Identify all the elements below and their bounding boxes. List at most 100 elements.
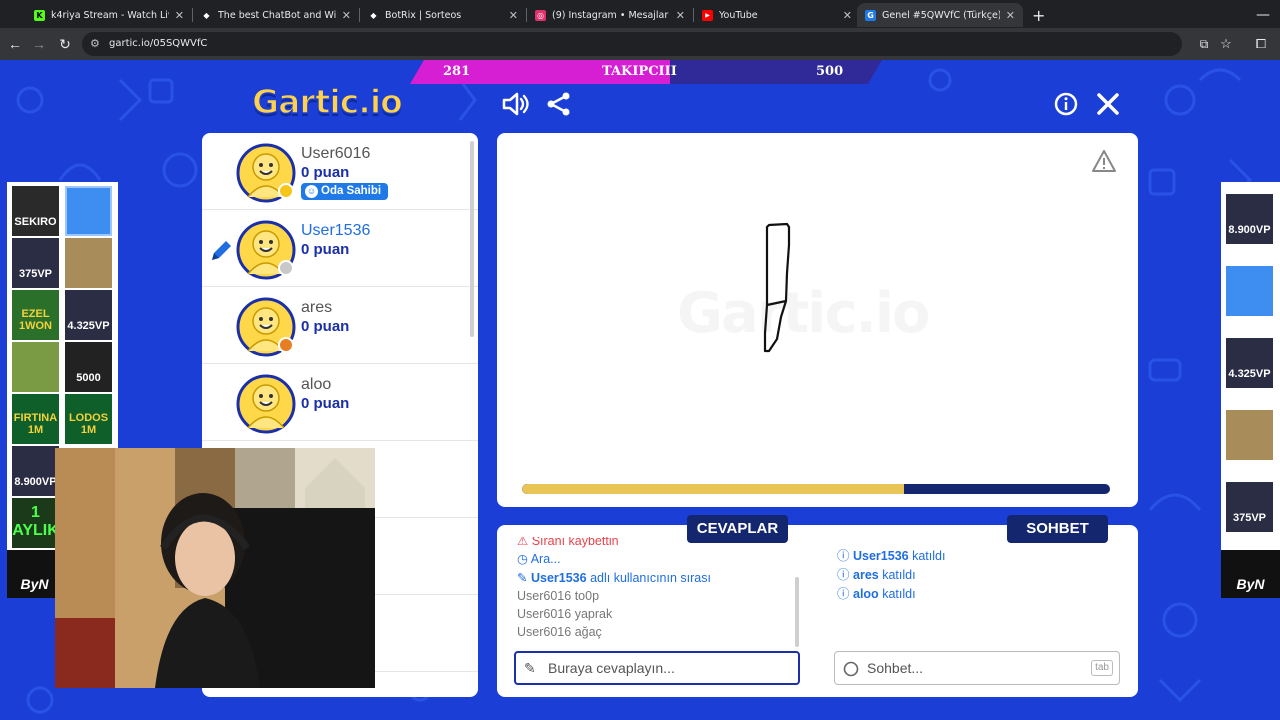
chat-input[interactable]: Sohbet... tab: [834, 651, 1120, 685]
message-user: User6016: [517, 607, 572, 621]
close-icon[interactable]: ✕: [509, 9, 518, 22]
browser-tab[interactable]: K k4riya Stream - Watch Live on K ✕: [26, 3, 192, 27]
ad-tile-label: 5000: [76, 372, 101, 384]
player-row: aloo 0 puan: [202, 364, 478, 441]
message-text: Sıranı kaybettin: [531, 537, 619, 548]
browser-tab-active[interactable]: G Genel #5QWVfC (Türkçe) - Gartic ✕: [857, 3, 1023, 27]
answers-list: ⚠ Sıranı kaybettin ◷ Ara... ✎ User1536 a…: [517, 537, 807, 649]
tab-chat[interactable]: SOHBET: [1007, 515, 1108, 543]
tab-favicon: K: [34, 9, 45, 21]
avatar: [236, 297, 296, 357]
browser-tab-bar: K k4riya Stream - Watch Live on K ✕ ◆ Th…: [0, 0, 1280, 28]
ad-tile-label: 1 AYLIK: [12, 504, 59, 539]
close-icon[interactable]: ✕: [1006, 9, 1015, 22]
ad-tile-label: 375VP: [1232, 512, 1267, 524]
list-item: ⓘ aloo katıldı: [837, 583, 916, 602]
room-owner-badge-label: Oda Sahibi: [321, 185, 382, 197]
answer-input[interactable]: ✎ Buraya cevaplayın...: [514, 651, 800, 685]
url-text: gartic.io/05SQWVfC: [109, 38, 208, 49]
ad-tile[interactable]: [65, 238, 112, 288]
ad-tile[interactable]: 375VP: [12, 238, 59, 288]
smile-icon: ☺: [305, 185, 318, 198]
ad-tile-label: 8.900VP: [1228, 224, 1271, 236]
message-text: katıldı: [882, 587, 916, 601]
ad-tile[interactable]: LODOS 1M: [65, 394, 112, 444]
info-icon[interactable]: [1054, 92, 1078, 122]
player-score: 0 puan: [301, 395, 350, 412]
message-user: ares: [853, 568, 879, 582]
pencil-icon: ✎: [517, 571, 528, 585]
list-item: ⓘ ares katıldı: [837, 564, 916, 583]
ad-tile[interactable]: FIRTINA 1M: [12, 394, 59, 444]
ad-tile[interactable]: 1 AYLIK: [12, 498, 59, 548]
apple-gift-card-tile[interactable]: [1226, 266, 1273, 316]
list-item: User6016 yaprak: [517, 607, 612, 621]
tab-title: BotRix | Sorteos: [385, 9, 462, 21]
player-score: 0 puan: [301, 241, 350, 258]
ad-tile[interactable]: 4.325VP: [65, 290, 112, 340]
back-arrow-icon[interactable]: ←: [5, 34, 25, 54]
browser-tab[interactable]: ◎ (9) Instagram • Mesajlar ✕: [527, 3, 693, 27]
ad-tile[interactable]: EZEL 1WON: [12, 290, 59, 340]
ad-tile[interactable]: SEKIRO: [12, 186, 59, 236]
player-name: aloo: [301, 376, 332, 393]
tab-answers[interactable]: CEVAPLAR: [687, 515, 788, 543]
ad-tile-label: ByN: [20, 576, 49, 592]
player-name: User1536: [301, 222, 371, 239]
reload-icon[interactable]: ↻: [55, 34, 75, 54]
ad-tile[interactable]: [1226, 410, 1273, 460]
list-item: ⚠ Sıranı kaybettin: [517, 537, 619, 548]
forward-arrow-icon[interactable]: →: [29, 34, 49, 54]
address-bar[interactable]: ⚙ gartic.io/05SQWVfC: [82, 32, 1182, 56]
info-icon: ⓘ: [837, 549, 850, 563]
browser-tab[interactable]: ◆ BotRix | Sorteos ✕: [360, 3, 526, 27]
ad-tile-label: 4.325VP: [67, 320, 110, 332]
drawing-canvas[interactable]: Gartic.io: [497, 133, 1138, 507]
ad-tile[interactable]: ByN: [1221, 550, 1280, 598]
close-icon[interactable]: ✕: [676, 9, 685, 22]
tab-title: k4riya Stream - Watch Live on K: [51, 9, 169, 21]
ad-tile[interactable]: ByN: [7, 550, 62, 598]
ad-tile-label: EZEL 1WON: [19, 308, 52, 332]
answers-scrollbar[interactable]: [795, 577, 799, 647]
goal-label: TAKIPCIII: [602, 64, 677, 79]
room-owner-badge: ☺ Oda Sahibi: [301, 183, 389, 200]
pencil-icon: ✎: [524, 660, 536, 676]
message-text: katıldı: [912, 549, 946, 563]
share-icon[interactable]: [546, 92, 572, 122]
players-scrollbar[interactable]: [470, 141, 474, 337]
tab-title: Genel #5QWVfC (Türkçe) - Gartic: [882, 9, 1000, 21]
close-icon[interactable]: [1096, 92, 1120, 122]
apple-gift-card-tile[interactable]: [65, 186, 112, 236]
message-user: aloo: [853, 587, 879, 601]
message-text: ağaç: [574, 625, 602, 639]
answers-chat-panel: ⚠ Sıranı kaybettin ◷ Ara... ✎ User1536 a…: [497, 525, 1138, 697]
extensions-icon[interactable]: ⧠: [1251, 34, 1271, 54]
install-app-icon[interactable]: ⧉: [1194, 34, 1214, 54]
follower-goal-banner: 281 TAKIPCIII 500: [410, 60, 882, 84]
site-info-icon[interactable]: ⚙: [90, 32, 100, 56]
browser-tab[interactable]: ◆ The best ChatBot and Widgets ✕: [193, 3, 359, 27]
close-icon[interactable]: ✕: [342, 9, 351, 22]
close-icon[interactable]: ✕: [843, 9, 852, 22]
minimize-icon[interactable]: —: [1248, 3, 1272, 27]
sound-icon[interactable]: [502, 92, 530, 122]
goal-target: 500: [816, 64, 844, 79]
ad-tile[interactable]: 4.325VP: [1226, 338, 1273, 388]
ad-tile[interactable]: 8.900VP: [1226, 194, 1273, 244]
bookmark-star-icon[interactable]: ☆: [1216, 34, 1236, 54]
message-text: Ara...: [530, 552, 561, 566]
ad-tile[interactable]: [12, 342, 59, 392]
ad-tile[interactable]: 375VP: [1226, 482, 1273, 532]
webcam-overlay: [55, 448, 375, 688]
chat-placeholder: Sohbet...: [867, 660, 924, 676]
ad-tile[interactable]: 8.900VP: [12, 446, 59, 496]
info-icon: ⓘ: [837, 568, 850, 582]
player-drawing: [763, 222, 791, 353]
player-row-current: User1536 0 puan: [202, 210, 478, 287]
browser-tab[interactable]: ▶ YouTube ✕: [694, 3, 860, 27]
ad-tile[interactable]: 5000: [65, 342, 112, 392]
new-tab-button[interactable]: +: [1024, 3, 1046, 27]
close-icon[interactable]: ✕: [175, 9, 184, 22]
ad-tile-label: 375VP: [18, 268, 53, 280]
